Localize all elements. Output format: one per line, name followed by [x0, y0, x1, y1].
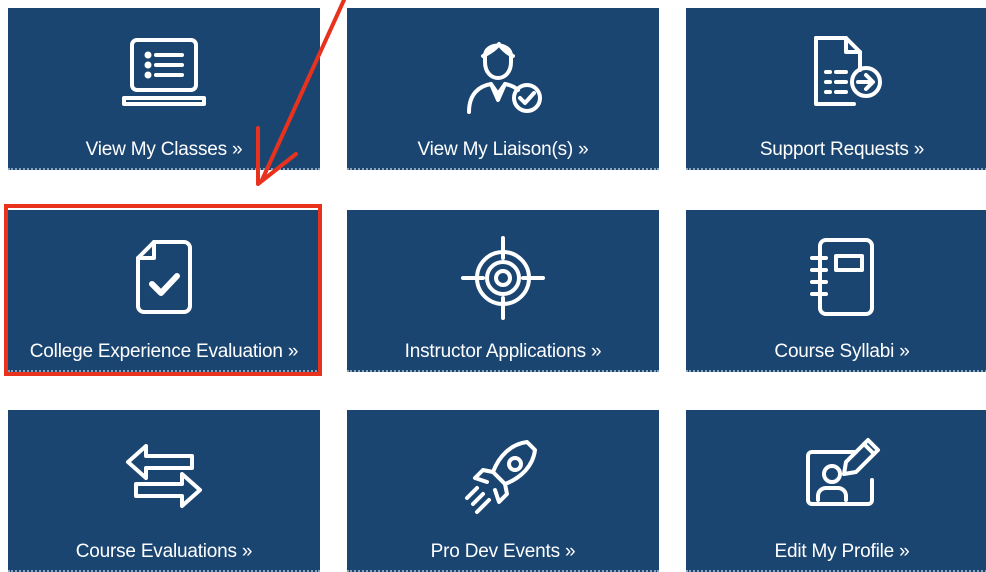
list-monitor-icon — [116, 26, 212, 122]
person-check-icon — [455, 26, 551, 122]
rocket-icon — [455, 428, 551, 524]
tile-label: Pro Dev Events » — [430, 541, 576, 562]
tile-edit-my-profile[interactable]: Edit My Profile » — [686, 410, 986, 572]
tile-label: Edit My Profile » — [774, 541, 910, 562]
profile-edit-icon — [794, 428, 890, 524]
tile-view-my-classes[interactable]: View My Classes » — [8, 8, 320, 170]
target-icon — [455, 228, 551, 324]
tile-label: Course Evaluations » — [75, 541, 253, 562]
tile-label: View My Classes » — [85, 139, 243, 160]
tile-course-evaluations[interactable]: Course Evaluations » — [8, 410, 320, 572]
document-arrow-icon — [794, 26, 890, 122]
notebook-icon — [794, 228, 890, 324]
tile-label: View My Liaison(s) » — [417, 139, 589, 160]
tile-instructor-applications[interactable]: Instructor Applications » — [347, 210, 659, 372]
tile-label: Course Syllabi » — [774, 341, 910, 362]
exchange-arrows-icon — [116, 428, 212, 524]
tile-course-syllabi[interactable]: Course Syllabi » — [686, 210, 986, 372]
tile-label: College Experience Evaluation » — [29, 341, 299, 362]
tile-college-experience-evaluation[interactable]: College Experience Evaluation » — [8, 210, 320, 372]
tile-support-requests[interactable]: Support Requests » — [686, 8, 986, 170]
tile-pro-dev-events[interactable]: Pro Dev Events » — [347, 410, 659, 572]
tile-label: Support Requests » — [759, 139, 925, 160]
tile-label: Instructor Applications » — [404, 341, 602, 362]
tile-view-my-liaisons[interactable]: View My Liaison(s) » — [347, 8, 659, 170]
document-check-icon — [116, 228, 212, 324]
